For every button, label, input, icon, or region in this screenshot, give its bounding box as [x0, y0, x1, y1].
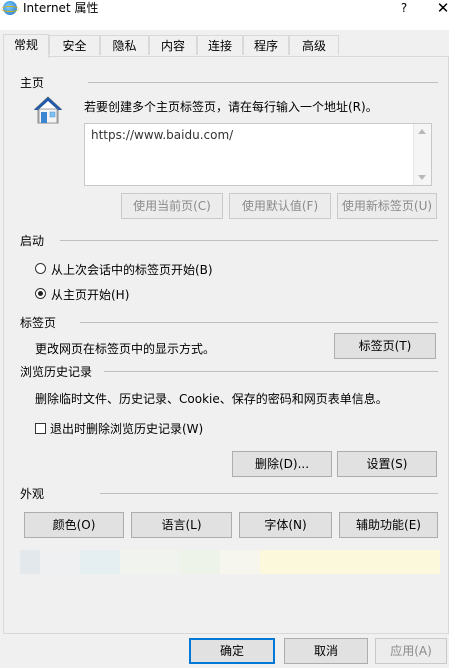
- tab-advanced[interactable]: 高级: [289, 35, 339, 55]
- last-session-radio[interactable]: [35, 263, 46, 274]
- start-with-homepage-label[interactable]: 从主页开始(H): [51, 286, 129, 303]
- tabs-settings-button[interactable]: 标签页(T): [334, 333, 436, 359]
- delete-history-button[interactable]: 删除(D)...: [232, 451, 332, 477]
- use-current-button[interactable]: 使用当前页(C): [121, 193, 223, 219]
- tabs-section-title: 标签页: [20, 316, 57, 330]
- tab-programs[interactable]: 程序: [243, 35, 289, 55]
- scroll-up-icon[interactable]: [418, 129, 426, 134]
- tab-content[interactable]: 内容: [149, 35, 197, 55]
- history-settings-button[interactable]: 设置(S): [337, 451, 437, 477]
- accessibility-button[interactable]: 辅助功能(E): [339, 512, 438, 538]
- startup-section-title: 启动: [20, 234, 45, 248]
- homepage-instruction: 若要创建多个主页标签页，请在每行输入一个地址(R)。: [84, 100, 378, 114]
- url-field-scrollbar[interactable]: [413, 124, 431, 185]
- title-bar: Internet 属性 ? ✕: [0, 0, 449, 30]
- use-new-tab-button[interactable]: 使用新标签页(U): [337, 193, 437, 219]
- homepage-url-value: https://www.baidu.com/: [91, 128, 234, 142]
- scroll-down-icon[interactable]: [418, 175, 426, 180]
- home-icon: [33, 96, 63, 124]
- colors-button[interactable]: 颜色(O): [24, 512, 124, 538]
- tab-privacy[interactable]: 隐私: [100, 35, 149, 55]
- last-session-label[interactable]: 从上次会话中的标签页开始(B): [51, 261, 213, 278]
- section-divider: [104, 371, 438, 372]
- ok-button[interactable]: 确定: [189, 638, 275, 664]
- window-title: Internet 属性: [23, 1, 99, 15]
- cancel-button[interactable]: 取消: [284, 638, 368, 664]
- section-divider: [60, 240, 438, 241]
- internet-explorer-icon: [1, 1, 19, 15]
- tab-security[interactable]: 安全: [49, 35, 100, 55]
- tab-general[interactable]: 常规: [3, 34, 49, 58]
- homepage-url-field[interactable]: https://www.baidu.com/: [84, 123, 432, 186]
- section-divider: [100, 493, 438, 494]
- blurred-region: [20, 550, 440, 574]
- history-description: 删除临时文件、历史记录、Cookie、保存的密码和网页表单信息。: [35, 392, 388, 406]
- tabs-description: 更改网页在标签页中的显示方式。: [35, 342, 216, 356]
- delete-on-exit-label[interactable]: 退出时删除浏览历史记录(W): [50, 420, 203, 437]
- tab-connections[interactable]: 连接: [197, 35, 243, 55]
- homepage-section-title: 主页: [20, 76, 45, 90]
- fonts-button[interactable]: 字体(N): [239, 512, 332, 538]
- apply-button[interactable]: 应用(A): [375, 638, 447, 664]
- section-divider: [88, 82, 438, 83]
- help-button[interactable]: ?: [397, 0, 411, 16]
- use-default-button[interactable]: 使用默认值(F): [229, 193, 331, 219]
- section-divider: [80, 322, 438, 323]
- history-section-title: 浏览历史记录: [20, 365, 93, 379]
- close-button[interactable]: ✕: [436, 0, 449, 17]
- delete-on-exit-checkbox[interactable]: [35, 423, 46, 434]
- languages-button[interactable]: 语言(L): [131, 512, 232, 538]
- start-with-homepage-radio[interactable]: [35, 288, 46, 299]
- appearance-section-title: 外观: [20, 487, 45, 501]
